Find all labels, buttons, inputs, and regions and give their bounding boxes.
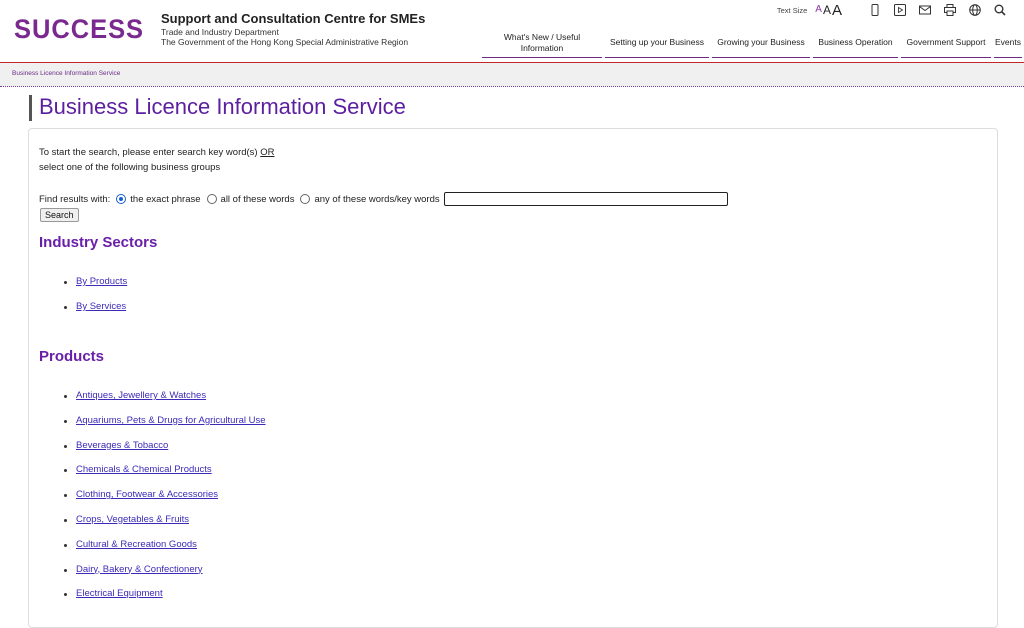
products-list: Antiques, Jewellery & Watches Aquariums,… bbox=[64, 390, 266, 613]
org-info: Support and Consultation Centre for SMEs… bbox=[161, 11, 425, 47]
video-icon[interactable] bbox=[894, 4, 906, 16]
page-title: Business Licence Information Service bbox=[39, 94, 406, 119]
list-item: Dairy, Bakery & Confectionery bbox=[64, 564, 266, 589]
list-item: Electrical Equipment bbox=[64, 588, 266, 613]
link-by-products[interactable]: By Products bbox=[76, 276, 127, 287]
nav-business-operation[interactable]: Business Operation bbox=[813, 28, 898, 58]
list-item: Crops, Vegetables & Fruits bbox=[64, 514, 266, 539]
main-nav: What's New / Useful Information Setting u… bbox=[482, 28, 1024, 58]
print-icon[interactable] bbox=[944, 4, 956, 16]
product-link[interactable]: Antiques, Jewellery & Watches bbox=[76, 390, 206, 401]
nav-events[interactable]: Events bbox=[994, 28, 1022, 58]
radio-label-all: all of these words bbox=[220, 193, 295, 205]
intro-text-2: select one of the following business gro… bbox=[39, 162, 221, 173]
nav-growing[interactable]: Growing your Business bbox=[712, 28, 810, 58]
list-item: By Products bbox=[64, 276, 127, 301]
globe-icon[interactable] bbox=[969, 4, 981, 16]
breadcrumb-item[interactable]: Business Licence Information Service bbox=[12, 70, 120, 77]
org-subtitle-1: Trade and Industry Department bbox=[161, 27, 279, 37]
radio-label-any: any of these words/key words bbox=[314, 193, 440, 205]
products-heading: Products bbox=[39, 348, 105, 365]
title-accent-bar bbox=[29, 95, 32, 121]
mobile-icon[interactable] bbox=[869, 4, 881, 16]
org-title: Support and Consultation Centre for SMEs bbox=[161, 11, 426, 26]
product-link[interactable]: Cultural & Recreation Goods bbox=[76, 539, 197, 550]
list-item: Cultural & Recreation Goods bbox=[64, 539, 266, 564]
text-size-large-button[interactable]: A bbox=[832, 3, 842, 18]
header-tools: Text Size A A A bbox=[777, 2, 1006, 18]
text-size-label: Text Size bbox=[776, 5, 808, 15]
list-item: Beverages & Tobacco bbox=[64, 440, 266, 465]
product-link[interactable]: Clothing, Footwear & Accessories bbox=[76, 489, 218, 500]
link-by-services[interactable]: By Services bbox=[76, 301, 126, 312]
list-item: Antiques, Jewellery & Watches bbox=[64, 390, 266, 415]
nav-setting-up[interactable]: Setting up your Business bbox=[605, 28, 709, 58]
list-item: Clothing, Footwear & Accessories bbox=[64, 489, 266, 514]
product-link[interactable]: Crops, Vegetables & Fruits bbox=[76, 514, 189, 525]
nav-whats-new[interactable]: What's New / Useful Information bbox=[482, 28, 602, 58]
keyword-input[interactable] bbox=[443, 192, 728, 206]
industry-sectors-list: By Products By Services bbox=[64, 276, 127, 326]
logo-text: SUCCESS bbox=[14, 15, 144, 41]
org-subtitle-2: The Government of the Hong Kong Special … bbox=[161, 37, 409, 47]
product-link[interactable]: Chemicals & Chemical Products bbox=[76, 464, 212, 475]
nav-label: What's New / Useful bbox=[503, 31, 581, 42]
list-item: Aquariums, Pets & Drugs for Agricultural… bbox=[64, 415, 266, 440]
mail-icon[interactable] bbox=[919, 4, 931, 16]
nav-label: Business Operation bbox=[818, 37, 893, 47]
radio-exact-phrase[interactable] bbox=[116, 194, 127, 204]
radio-any-words[interactable] bbox=[300, 194, 311, 204]
product-link[interactable]: Electrical Equipment bbox=[76, 588, 163, 599]
find-label: Find results with: bbox=[39, 193, 111, 205]
product-link[interactable]: Beverages & Tobacco bbox=[76, 440, 168, 451]
nav-label: Growing your Business bbox=[717, 37, 805, 47]
intro-or: OR bbox=[260, 147, 275, 158]
success-logo[interactable]: SUCCESS bbox=[14, 15, 146, 41]
nav-label-2: Information bbox=[520, 42, 564, 53]
search-intro: To start the search, please enter search… bbox=[39, 145, 275, 175]
search-icon[interactable] bbox=[994, 4, 1006, 16]
list-item: Chemicals & Chemical Products bbox=[64, 464, 266, 489]
product-link[interactable]: Aquariums, Pets & Drugs for Agricultural… bbox=[76, 415, 266, 426]
search-options: Find results with: the exact phrase all … bbox=[39, 192, 728, 206]
nav-label: Setting up your Business bbox=[609, 37, 705, 47]
text-size-medium-button[interactable]: A bbox=[823, 4, 831, 16]
radio-label-exact: the exact phrase bbox=[130, 193, 201, 205]
nav-government-support[interactable]: Government Support bbox=[901, 28, 991, 58]
list-item: By Services bbox=[64, 301, 127, 326]
product-link[interactable]: Dairy, Bakery & Confectionery bbox=[76, 564, 203, 575]
text-size-small-button[interactable]: A bbox=[815, 5, 822, 15]
site-header: SUCCESS Support and Consultation Centre … bbox=[0, 0, 1024, 62]
radio-all-words[interactable] bbox=[206, 194, 217, 204]
industry-sectors-heading: Industry Sectors bbox=[39, 234, 158, 251]
search-button[interactable]: Search bbox=[40, 208, 79, 222]
breadcrumb: Business Licence Information Service bbox=[0, 63, 1024, 87]
nav-label: Events bbox=[995, 37, 1021, 47]
nav-label: Government Support bbox=[906, 37, 986, 47]
intro-text: To start the search, please enter search… bbox=[39, 147, 258, 158]
